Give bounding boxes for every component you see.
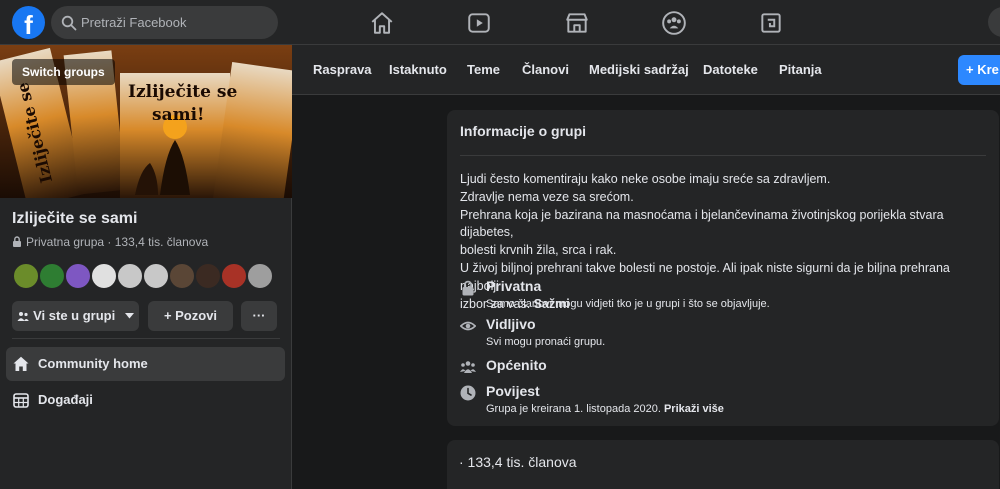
avatar[interactable] [90, 262, 118, 290]
sidebar-item-events[interactable]: Događaji [6, 383, 285, 417]
cover-poster-title: Izliječite se [128, 82, 237, 102]
history-subtitle: Grupa je kreirana 1. listopada 2020. Pri… [486, 403, 724, 415]
search-icon [61, 15, 77, 31]
description-line: Zdravlje nema veze sa srećom. [460, 189, 634, 204]
avatar[interactable] [142, 262, 170, 290]
privacy-title: Privatna [486, 278, 542, 294]
search-input[interactable] [81, 6, 271, 39]
people-icon [460, 361, 476, 373]
visibility-title: Vidljivo [486, 316, 536, 332]
switch-groups-button[interactable]: Switch groups [12, 59, 115, 85]
invite-button[interactable]: + Pozovi [148, 301, 233, 331]
account-menu-button[interactable] [988, 7, 1000, 37]
lock-icon [462, 280, 474, 296]
caret-down-icon [124, 313, 134, 319]
group-privacy-label: Privatna grupa [26, 235, 105, 249]
group-title[interactable]: Izliječite se sami [12, 210, 137, 228]
lock-icon [13, 236, 21, 247]
general-title: Općenito [486, 357, 547, 373]
avatar[interactable] [38, 262, 66, 290]
tab-questions[interactable]: Pitanja [779, 45, 822, 95]
sidebar-divider [12, 338, 280, 339]
groups-icon[interactable] [661, 10, 687, 36]
search-box[interactable] [51, 6, 278, 39]
members-count-heading[interactable]: · 133,4 tis. članova [459, 454, 577, 470]
create-button[interactable]: + Kre [958, 55, 1000, 85]
avatar[interactable] [12, 262, 40, 290]
eye-icon [460, 321, 476, 331]
avatar[interactable] [116, 262, 144, 290]
clock-icon [460, 385, 476, 401]
tab-media[interactable]: Medijski sadržaj [589, 45, 689, 95]
privacy-subtitle: Samo članovi mogu vidjeti tko je u grupi… [486, 298, 770, 310]
group-about-card: Informacije o grupi Ljudi često komentir… [447, 110, 999, 426]
tab-featured[interactable]: Istaknuto [389, 45, 447, 95]
history-created-text: Grupa je kreirana 1. listopada 2020. [486, 403, 661, 415]
avatar[interactable] [246, 262, 274, 290]
joined-group-button[interactable]: Vi ste u grupi [12, 301, 139, 331]
watch-icon[interactable] [466, 10, 492, 36]
marketplace-icon[interactable] [564, 10, 590, 36]
tab-discussion[interactable]: Rasprava [313, 45, 372, 95]
show-more-link[interactable]: Prikaži više [664, 403, 724, 415]
description-line: bolesti krvnih žila, srca i rak. [460, 243, 617, 258]
group-cover-photo[interactable]: Izliječite se Izliječite se sami! Switch… [0, 45, 292, 198]
about-card-divider [460, 155, 986, 156]
gaming-icon[interactable] [758, 10, 784, 36]
facebook-logo[interactable]: f [12, 6, 45, 39]
history-title: Povijest [486, 383, 540, 399]
sidebar-item-community-home[interactable]: Community home [6, 347, 285, 381]
group-tab-bar: Rasprava Istaknuto Teme Članovi Medijski… [292, 45, 1000, 95]
avatar[interactable] [64, 262, 92, 290]
people-icon [17, 312, 29, 321]
avatar[interactable] [194, 262, 222, 290]
group-sidebar: Izliječite se Izliječite se sami! Switch… [0, 45, 292, 489]
home-icon[interactable] [369, 10, 395, 36]
top-navigation-bar: f [0, 0, 1000, 45]
tab-topics[interactable]: Teme [467, 45, 500, 95]
tab-files[interactable]: Datoteke [703, 45, 758, 95]
joined-group-label: Vi ste u grupi [33, 308, 116, 323]
sidebar-item-label: Community home [38, 356, 148, 371]
home-icon [13, 356, 29, 371]
avatar[interactable] [168, 262, 196, 290]
group-members-card: · 133,4 tis. članova [447, 440, 999, 489]
description-line: Ljudi često komentiraju kako neke osobe … [460, 172, 831, 186]
sidebar-item-label: Događaji [38, 392, 93, 407]
description-line: Prehrana koja je bazirana na masnoćama i… [460, 207, 944, 240]
tab-members[interactable]: Članovi [522, 45, 569, 95]
cover-poster-subtitle: sami! [152, 105, 205, 125]
avatar[interactable] [220, 262, 248, 290]
group-member-count[interactable]: · 133,4 tis. članova [107, 235, 208, 249]
calendar-icon [13, 393, 29, 408]
visibility-subtitle: Svi mogu pronaći grupu. [486, 336, 606, 348]
more-options-button[interactable]: ··· [241, 301, 277, 331]
about-card-title: Informacije o grupi [460, 123, 587, 139]
group-meta: Privatna grupa · 133,4 tis. članova [12, 235, 208, 249]
